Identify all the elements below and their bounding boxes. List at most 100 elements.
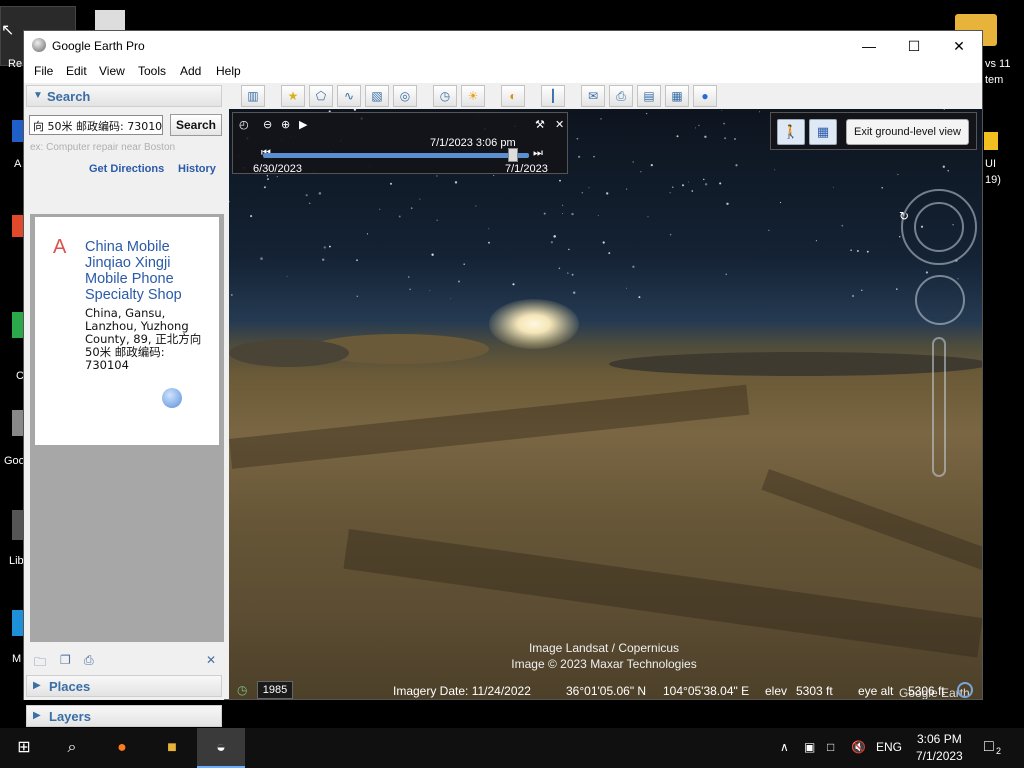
time-track[interactable] — [263, 153, 529, 158]
toolbar: ▥ ★ ⬠ ∿ ▧ ◎ ◷ ☀ ◐ ┃ ✉ ⎙ ▤ ▦ ● — [229, 83, 982, 109]
email-icon[interactable]: ✉ — [581, 85, 605, 107]
places-panel-header[interactable]: ▶ Places — [26, 675, 222, 697]
menu-file[interactable]: File — [34, 64, 53, 78]
status-bar: ◷ 1985 Imagery Date: 11/24/2022 36°01'05… — [229, 681, 982, 701]
overlay-icon[interactable]: ▧ — [365, 85, 389, 107]
notifications-icon[interactable]: □ — [984, 738, 994, 756]
title-bar[interactable]: Google Earth Pro — ☐ ✕ — [24, 31, 982, 61]
star — [881, 186, 883, 189]
terrain-ridge — [229, 339, 349, 367]
menu-help[interactable]: Help — [216, 64, 241, 78]
building-icon[interactable]: ▦ — [809, 119, 837, 145]
clear-search-icon[interactable]: ✕ — [206, 653, 216, 667]
star — [578, 155, 581, 158]
save-image-icon[interactable]: ▤ — [637, 85, 661, 107]
look-joystick-inner[interactable] — [914, 202, 964, 252]
copy-icon[interactable]: ❐ — [60, 653, 71, 667]
ground-level-controls: 🚶 ▦ Exit ground-level view — [770, 112, 977, 150]
minimize-button[interactable]: — — [846, 31, 892, 61]
search-input[interactable]: 向 50米 邮政编码: 730104 — [29, 115, 163, 135]
chevron-up-icon[interactable]: ∧ — [780, 740, 789, 754]
print-icon[interactable]: ⎙ — [609, 85, 633, 107]
clock-date[interactable]: 7/1/2023 — [916, 749, 963, 763]
3d-viewer[interactable]: ◴ ⊖ ⊕ ▶ ⚒ ✕ 7/1/2023 3:06 pm ⏮ ⏭ 6/30/20… — [229, 109, 982, 699]
star — [356, 295, 359, 298]
star — [318, 192, 322, 195]
star — [698, 124, 700, 127]
star — [550, 241, 553, 244]
star — [323, 246, 326, 249]
path-icon[interactable]: ∿ — [337, 85, 361, 107]
star — [626, 188, 628, 190]
person-icon[interactable]: 🚶 — [777, 119, 805, 145]
zoom-out-time-icon[interactable]: ⊖ — [263, 118, 272, 131]
search-panel-header[interactable]: ▼ Search — [26, 85, 222, 107]
maximize-button[interactable]: ☐ — [891, 31, 937, 61]
star — [735, 164, 738, 167]
star — [721, 110, 723, 111]
menu-add[interactable]: Add — [180, 64, 201, 78]
history-link[interactable]: History — [178, 163, 216, 175]
play-icon[interactable]: ▶ — [299, 118, 307, 131]
device-icon[interactable]: ▣ — [804, 740, 815, 754]
close-icon[interactable]: ✕ — [555, 118, 564, 131]
network-icon[interactable]: □ — [827, 740, 834, 754]
step-forward-icon[interactable]: ⏭ — [533, 147, 543, 160]
app-icon[interactable] — [95, 10, 125, 32]
ruler-icon[interactable]: ┃ — [541, 85, 565, 107]
layers-panel-header[interactable]: ▶ Layers — [26, 705, 222, 727]
star — [266, 175, 269, 177]
volume-muted-icon[interactable]: 🔇 — [851, 740, 866, 754]
search-icon[interactable]: ⌕ — [48, 728, 96, 768]
exit-ground-level-button[interactable]: Exit ground-level view — [846, 119, 969, 145]
globe-icon[interactable] — [162, 388, 182, 408]
menu-tools[interactable]: Tools — [138, 64, 166, 78]
result-card[interactable]: A China Mobile Jinqiao Xingji Mobile Pho… — [35, 217, 219, 445]
time-thumb[interactable] — [508, 148, 519, 162]
compass-north-icon[interactable]: ↻ — [899, 209, 909, 223]
clock-icon[interactable]: ◴ — [239, 118, 249, 131]
historical-imagery-icon[interactable]: ◷ — [237, 683, 247, 697]
earth-gallery-icon[interactable]: ● — [693, 85, 717, 107]
tour-icon[interactable]: ◎ — [393, 85, 417, 107]
historical-imagery-icon[interactable]: ◷ — [433, 85, 457, 107]
file-explorer-icon[interactable]: ■ — [148, 728, 196, 768]
polygon-icon[interactable]: ⬠ — [309, 85, 333, 107]
layers-title: Layers — [49, 709, 91, 724]
clock-time[interactable]: 3:06 PM — [917, 732, 962, 746]
sidebar-toggle-icon[interactable]: ▥ — [241, 85, 265, 107]
star — [573, 291, 576, 294]
zoom-slider[interactable] — [932, 337, 946, 477]
result-name-link[interactable]: China Mobile Jinqiao Xingji Mobile Phone… — [85, 239, 205, 303]
latitude: 36°01'05.06" N — [566, 684, 647, 698]
star — [925, 271, 928, 274]
star — [597, 215, 599, 217]
firefox-icon[interactable]: ● — [98, 728, 146, 768]
imagery-year[interactable]: 1985 — [257, 681, 293, 699]
menu-edit[interactable]: Edit — [66, 64, 87, 78]
menu-view[interactable]: View — [99, 64, 125, 78]
move-joystick[interactable] — [915, 275, 965, 325]
language-indicator[interactable]: ENG — [876, 740, 902, 754]
star — [669, 192, 671, 194]
shield-icon[interactable] — [984, 132, 998, 150]
google-earth-taskbar-icon[interactable]: ◒ — [197, 728, 245, 768]
planets-icon[interactable]: ◐ — [501, 85, 525, 107]
star — [267, 178, 269, 180]
star — [328, 245, 331, 248]
star — [897, 173, 899, 176]
star — [815, 240, 817, 242]
search-panel-title: Search — [47, 89, 91, 104]
start-windows-icon[interactable]: ⊞ — [0, 728, 48, 768]
sunlight-icon[interactable]: ☀ — [461, 85, 485, 107]
close-button[interactable]: ✕ — [936, 31, 982, 61]
search-button[interactable]: Search — [170, 114, 222, 136]
placemark-icon[interactable]: ★ — [281, 85, 305, 107]
map-icon[interactable]: ▦ — [665, 85, 689, 107]
star — [512, 283, 515, 286]
add-folder-icon[interactable]: 🗀 — [34, 653, 46, 674]
settings-wrench-icon[interactable]: ⚒ — [535, 118, 545, 131]
get-directions-link[interactable]: Get Directions — [89, 163, 164, 175]
print-icon[interactable]: ⎙ — [84, 653, 94, 668]
zoom-in-time-icon[interactable]: ⊕ — [281, 118, 290, 131]
